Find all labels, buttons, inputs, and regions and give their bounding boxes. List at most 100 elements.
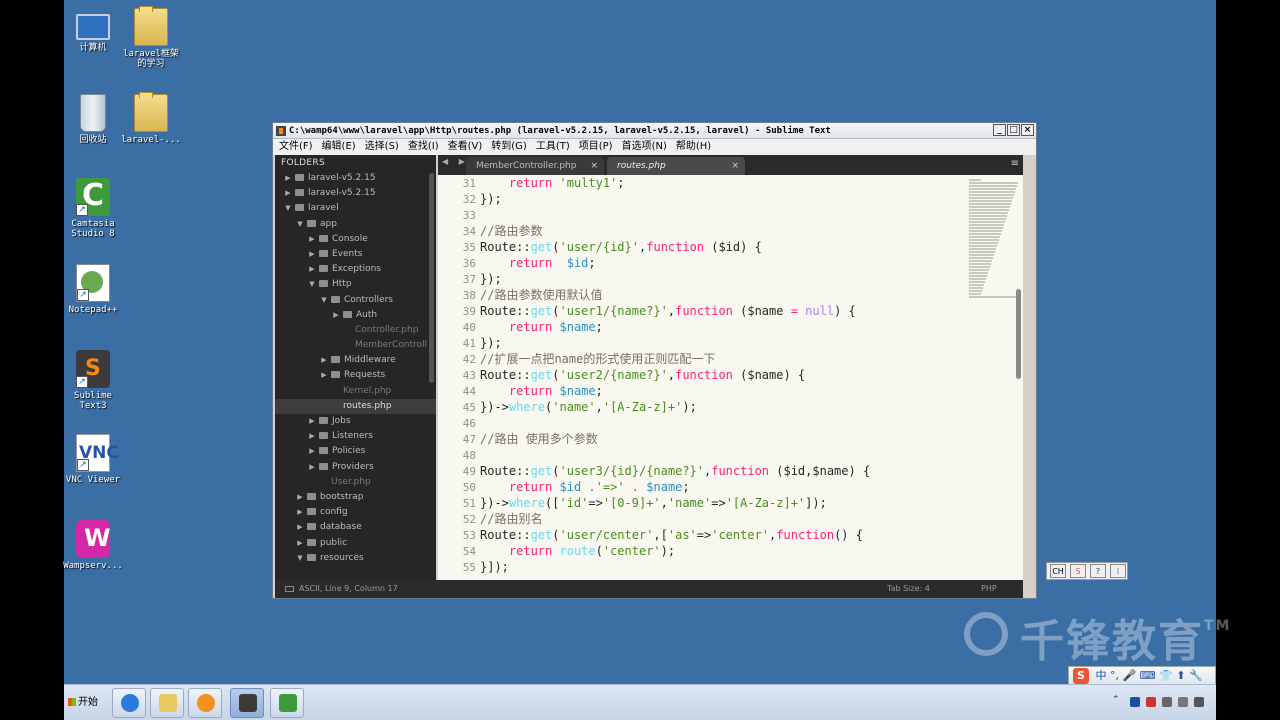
action-center-icon[interactable] bbox=[1178, 697, 1188, 707]
sidebar-folder[interactable]: ▶ Jobs bbox=[275, 414, 436, 429]
taskbar-ie[interactable] bbox=[112, 688, 146, 718]
start-button[interactable]: 开始 bbox=[66, 691, 104, 715]
bluetooth-icon[interactable] bbox=[1130, 697, 1140, 707]
tab-close-icon[interactable]: × bbox=[590, 157, 598, 175]
minimize-button[interactable]: _ bbox=[993, 124, 1006, 136]
tab-nav-arrows[interactable]: ◀ ▶ bbox=[442, 157, 469, 166]
status-syntax[interactable]: PHP bbox=[981, 580, 997, 598]
sidebar-file[interactable]: Controller.php bbox=[275, 323, 436, 338]
collapsed-arrow-icon[interactable]: ▶ bbox=[295, 490, 305, 505]
sidebar-folder[interactable]: ▶ Console bbox=[275, 232, 436, 247]
ime-lang-button[interactable]: CH bbox=[1050, 564, 1066, 578]
expanded-arrow-icon[interactable]: ▼ bbox=[295, 551, 305, 566]
sidebar-folder[interactable]: ▶ Exceptions bbox=[275, 262, 436, 277]
collapsed-arrow-icon[interactable]: ▶ bbox=[307, 414, 317, 429]
close-button[interactable]: × bbox=[1021, 124, 1034, 136]
collapsed-arrow-icon[interactable]: ▶ bbox=[307, 444, 317, 459]
sidebar-scrollbar[interactable] bbox=[429, 173, 434, 383]
minimap[interactable] bbox=[969, 179, 1019, 301]
sidebar-folder[interactable]: ▶ Requests bbox=[275, 368, 436, 383]
desktop-icon-vnc[interactable]: VNC ↗ VNC Viewer bbox=[59, 434, 127, 485]
sidebar-folder[interactable]: ▶ config bbox=[275, 505, 436, 520]
console-icon[interactable] bbox=[285, 586, 294, 592]
collapsed-arrow-icon[interactable]: ▶ bbox=[295, 536, 305, 551]
volume-icon[interactable] bbox=[1162, 697, 1172, 707]
sidebar-folder[interactable]: ▶ Providers bbox=[275, 460, 436, 475]
menu-item[interactable]: 转到(G) bbox=[485, 139, 530, 155]
collapsed-arrow-icon[interactable]: ▶ bbox=[295, 505, 305, 520]
sidebar-file[interactable]: User.php bbox=[275, 475, 436, 490]
menu-item[interactable]: 查看(V) bbox=[442, 139, 486, 155]
sidebar-folder[interactable]: ▼ app bbox=[275, 217, 436, 232]
sidebar-folder[interactable]: ▼ Controllers bbox=[275, 293, 436, 308]
sidebar-folder[interactable]: ▶ Events bbox=[275, 247, 436, 262]
taskbar-sublime[interactable] bbox=[230, 688, 264, 718]
window-titlebar[interactable]: C:\wamp64\www\laravel\app\Http\routes.ph… bbox=[273, 123, 1036, 139]
sidebar-folder[interactable]: ▶ laravel-v5.2.15 bbox=[275, 171, 436, 186]
expanded-arrow-icon[interactable]: ▼ bbox=[307, 277, 317, 292]
editor-scrollbar[interactable] bbox=[1016, 289, 1021, 379]
expanded-arrow-icon[interactable]: ▼ bbox=[319, 293, 329, 308]
tray-expand-icon[interactable]: ⌃ bbox=[1112, 695, 1120, 705]
desktop-icon-wamp[interactable]: W Wampserv... bbox=[59, 520, 127, 571]
menu-item[interactable]: 查找(I) bbox=[402, 139, 442, 155]
collapsed-arrow-icon[interactable]: ▶ bbox=[295, 520, 305, 535]
sidebar-folder[interactable]: ▶ database bbox=[275, 520, 436, 535]
desktop-icon-notepad[interactable]: ↗ Notepad++ bbox=[59, 264, 127, 315]
collapsed-arrow-icon[interactable]: ▶ bbox=[307, 232, 317, 247]
collapsed-arrow-icon[interactable]: ▶ bbox=[283, 186, 293, 201]
collapsed-arrow-icon[interactable]: ▶ bbox=[283, 171, 293, 186]
expanded-arrow-icon[interactable]: ▼ bbox=[283, 201, 293, 216]
desktop-icon-sublime[interactable]: S ↗ Sublime Text3 bbox=[59, 350, 127, 411]
status-tab-size[interactable]: Tab Size: 4 bbox=[887, 580, 930, 598]
menu-item[interactable]: 选择(S) bbox=[359, 139, 402, 155]
sidebar-folder[interactable]: ▶ bootstrap bbox=[275, 490, 436, 505]
collapsed-arrow-icon[interactable]: ▶ bbox=[319, 368, 329, 383]
power-icon[interactable] bbox=[1194, 697, 1204, 707]
tab-membercontroller[interactable]: MemberController.php × bbox=[466, 157, 604, 175]
menu-item[interactable]: 编辑(E) bbox=[316, 139, 359, 155]
sidebar-folder[interactable]: ▼ laravel bbox=[275, 201, 436, 216]
sidebar-folder[interactable]: ▼ Http bbox=[275, 277, 436, 292]
collapsed-arrow-icon[interactable]: ▶ bbox=[319, 353, 329, 368]
collapsed-arrow-icon[interactable]: ▶ bbox=[307, 262, 317, 277]
ime-help-icon[interactable]: ? bbox=[1090, 564, 1106, 578]
menu-item[interactable]: 首选项(N) bbox=[616, 139, 670, 155]
collapsed-arrow-icon[interactable]: ▶ bbox=[307, 460, 317, 475]
sidebar-folder[interactable]: ▼ resources bbox=[275, 551, 436, 566]
network-icon[interactable] bbox=[1146, 697, 1156, 707]
ime-status-bar[interactable]: S 中 °, 🎤 ⌨ 👕 ⬆ 🔧 bbox=[1068, 666, 1216, 686]
taskbar-media[interactable] bbox=[188, 688, 222, 718]
tab-routes[interactable]: routes.php × bbox=[607, 157, 745, 175]
sidebar-folder[interactable]: ▶ public bbox=[275, 536, 436, 551]
sidebar-file[interactable]: Kernel.php bbox=[275, 384, 436, 399]
tab-close-icon[interactable]: × bbox=[731, 157, 739, 175]
sidebar-folder[interactable]: ▶ Listeners bbox=[275, 429, 436, 444]
desktop-icon-laravel-folder-2[interactable]: laravel-... bbox=[117, 92, 185, 145]
menu-item[interactable]: 文件(F) bbox=[273, 139, 316, 155]
sidebar-folder[interactable]: ▶ Middleware bbox=[275, 353, 436, 368]
sidebar-file[interactable]: routes.php bbox=[275, 398, 436, 414]
sidebar-folder[interactable]: ▶ Auth bbox=[275, 308, 436, 323]
sidebar-folder[interactable]: ▶ Policies bbox=[275, 444, 436, 459]
code-token: ($name bbox=[732, 304, 791, 318]
menu-item[interactable]: 工具(T) bbox=[530, 139, 573, 155]
collapsed-arrow-icon[interactable]: ▶ bbox=[307, 429, 317, 444]
code-area[interactable]: 31 return 'multy1'; 32}); 33 34//路由参数 35 Rout… bbox=[438, 175, 970, 580]
menu-item[interactable]: 帮助(H) bbox=[670, 139, 714, 155]
collapsed-arrow-icon[interactable]: ▶ bbox=[307, 247, 317, 262]
menu-item[interactable]: 项目(P) bbox=[573, 139, 616, 155]
maximize-button[interactable]: □ bbox=[1007, 124, 1020, 136]
desktop-icon-camtasia[interactable]: C ↗ Camtasia Studio 8 bbox=[59, 178, 127, 239]
collapsed-arrow-icon[interactable]: ▶ bbox=[331, 308, 341, 323]
tab-menu-icon[interactable]: ≡ bbox=[1011, 158, 1019, 169]
ime-sogou-icon[interactable]: S bbox=[1070, 564, 1086, 578]
sidebar-folder[interactable]: ▶ laravel-v5.2.15 bbox=[275, 186, 436, 201]
ime-options-icon[interactable]: ⁝ bbox=[1110, 564, 1126, 578]
taskbar-explorer[interactable] bbox=[150, 688, 184, 718]
code-token: }]); bbox=[480, 560, 509, 574]
desktop-icon-laravel-folder[interactable]: laravel框架 的学习 bbox=[117, 6, 185, 69]
expanded-arrow-icon[interactable]: ▼ bbox=[295, 217, 305, 232]
sidebar-file[interactable]: MemberControll bbox=[275, 338, 436, 353]
taskbar-camtasia[interactable] bbox=[270, 688, 304, 718]
